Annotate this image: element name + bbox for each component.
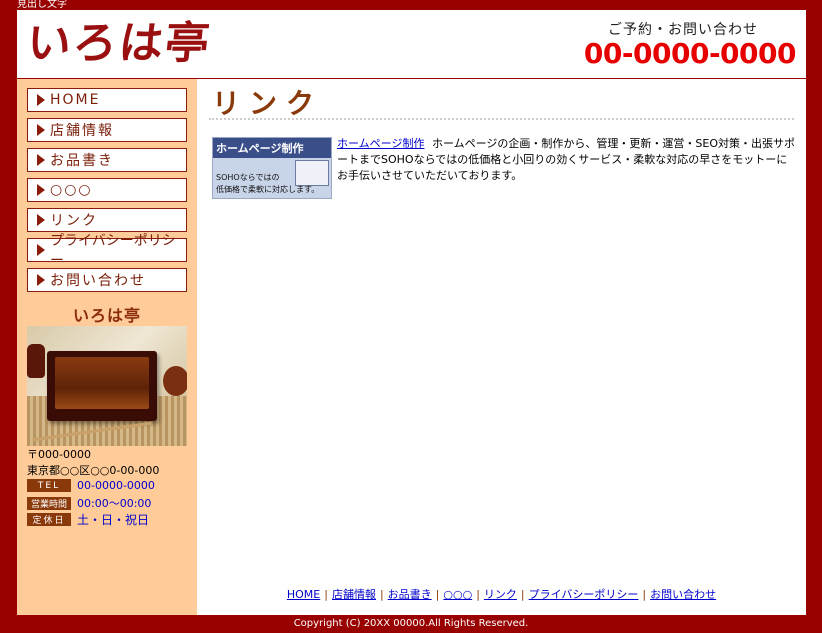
banner-line1: SOHOならではの xyxy=(216,173,280,182)
address-block: 〒000-0000 東京都○○区○○0-00-000 xyxy=(27,447,159,479)
homepage-banner[interactable]: ホームページ制作 SOHOならではの 低価格で柔軟に対応します。 xyxy=(212,137,332,199)
arrow-right-icon xyxy=(37,244,45,256)
site-logo[interactable]: いろは亭 xyxy=(24,16,214,72)
unaju-photo xyxy=(27,326,187,446)
footer-link-store-info[interactable]: 店舗情報 xyxy=(332,588,376,601)
nav-item-home[interactable]: HOME xyxy=(27,88,187,112)
arrow-right-icon xyxy=(37,124,45,136)
reserve-label: ご予約・お問い合わせ xyxy=(608,22,758,38)
footer-link-contact[interactable]: お問い合わせ xyxy=(650,588,716,601)
tel-label: TEL xyxy=(27,479,71,492)
banner-line2: 低価格で柔軟に対応します。 xyxy=(216,185,320,194)
copyright: Copyright (C) 20XX 00000.All Rights Rese… xyxy=(293,618,529,629)
nav-item-label: リンク xyxy=(50,213,98,229)
nav-item-label: HOME xyxy=(50,92,101,108)
link-entry: ホームページ制作 ホームページの企画・制作から、管理・更新・運営・SEO対策・出… xyxy=(337,136,795,184)
sidebar: HOME 店舗情報 お品書き ○○○ リンク プライバシーポリシー お問い合わせ… xyxy=(17,79,197,615)
footer-link-placeholder[interactable]: ○○○ xyxy=(443,588,472,601)
page-title: リンク xyxy=(212,87,324,120)
closed-value: 土・日・祝日 xyxy=(77,513,150,527)
closed-label: 定休日 xyxy=(27,513,71,526)
main-content: リンク ホームページ制作 SOHOならではの 低価格で柔軟に対応します。 ホーム… xyxy=(197,79,806,615)
street-address: 東京都○○区○○0-00-000 xyxy=(27,464,160,477)
nav-item-placeholder[interactable]: ○○○ xyxy=(27,178,187,202)
tel-value: 00-0000-0000 xyxy=(77,479,155,492)
nav-item-store-info[interactable]: 店舗情報 xyxy=(27,118,187,142)
footer-link-links[interactable]: リンク xyxy=(484,588,517,601)
footer-link-home[interactable]: HOME xyxy=(287,588,320,601)
tel-row: TEL 00-0000-0000 xyxy=(27,479,155,492)
nav-item-contact[interactable]: お問い合わせ xyxy=(27,268,187,292)
arrow-right-icon xyxy=(37,154,45,166)
nav-item-label: ○○○ xyxy=(50,182,93,198)
nav-item-label: 店舗情報 xyxy=(50,123,114,139)
header-phone: 00-0000-0000 xyxy=(583,37,797,70)
nav-item-links[interactable]: リンク xyxy=(27,208,187,232)
hours-value: 00:00～00:00 xyxy=(77,497,152,510)
arrow-right-icon xyxy=(37,94,45,106)
sidebar-shop-name: いろは亭 xyxy=(72,306,141,325)
nav-item-label: プライバシーポリシー xyxy=(50,233,176,269)
postal-code: 〒000-0000 xyxy=(27,448,91,461)
nav-item-label: お問い合わせ xyxy=(50,273,146,289)
footer-link-menu[interactable]: お品書き xyxy=(388,588,432,601)
arrow-right-icon xyxy=(37,274,45,286)
footer-link-privacy[interactable]: プライバシーポリシー xyxy=(529,588,639,601)
homepage-link[interactable]: ホームページ制作 xyxy=(337,137,424,150)
nav-item-label: お品書き xyxy=(50,153,114,169)
arrow-right-icon xyxy=(37,184,45,196)
title-divider xyxy=(209,118,794,120)
closed-row: 定休日 土・日・祝日 xyxy=(27,511,149,528)
computer-icon xyxy=(295,160,329,186)
nav-item-privacy[interactable]: プライバシーポリシー xyxy=(27,233,187,269)
side-nav: HOME 店舗情報 お品書き ○○○ リンク プライバシーポリシー お問い合わせ xyxy=(27,88,187,298)
header: いろは亭 ご予約・お問い合わせ 00-0000-0000 xyxy=(17,10,806,79)
arrow-right-icon xyxy=(37,214,45,226)
hours-label: 営業時間 xyxy=(27,496,71,510)
hours-row: 営業時間 00:00～00:00 xyxy=(27,495,151,511)
nav-item-menu[interactable]: お品書き xyxy=(27,148,187,172)
footer-nav: HOME | 店舗情報 | お品書き | ○○○ | リンク | プライバシーポリシー | お問い合わせ xyxy=(286,588,717,601)
banner-title: ホームページ制作 xyxy=(213,138,331,158)
